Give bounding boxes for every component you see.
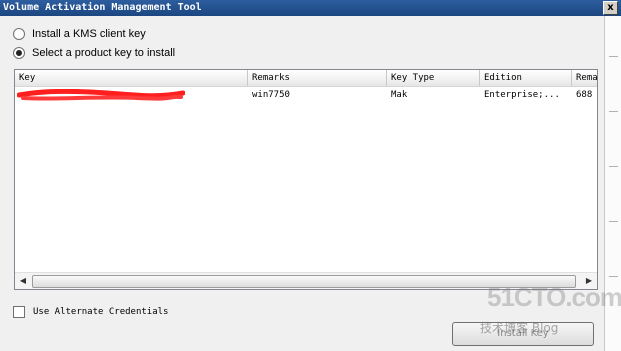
alternate-credentials-checkbox[interactable] [13,306,25,318]
scroll-left-arrow-icon[interactable]: ◀ [15,273,31,289]
cell-edition: Enterprise;... [484,90,560,100]
title-bar: Volume Activation Management Tool x [0,0,621,16]
radio-install-kms[interactable] [13,28,25,40]
redaction-scribble [17,89,185,101]
watermark-logo: 51CTO.com [487,282,621,312]
option-install-kms[interactable]: Install a KMS client key [13,26,146,42]
watermark-subtitle: 技术博客 Blog [480,321,559,335]
option-select-product-key[interactable]: Select a product key to install [13,45,175,61]
radio-select-product-key[interactable] [13,47,25,59]
column-header-key-type[interactable]: Key Type [387,70,480,86]
column-header-remaining[interactable]: Rema [572,70,597,86]
column-header-remarks[interactable]: Remarks [248,70,387,86]
cell-key [15,88,248,102]
close-button[interactable]: x [603,1,618,15]
cell-remaining: 688 [576,90,593,100]
cell-remarks: win7750 [252,90,290,100]
option-select-product-key-label: Select a product key to install [32,47,176,59]
cell-key-type: Mak [391,90,408,100]
column-header-key[interactable]: Key [15,70,248,86]
option-install-kms-label: Install a KMS client key [32,28,146,40]
list-header: Key Remarks Key Type Edition Rema [15,70,597,87]
product-key-list[interactable]: Key Remarks Key Type Edition Rema win775… [14,69,598,290]
window-title: Volume Activation Management Tool [3,2,202,13]
alternate-credentials-label: Use Alternate Credentials [33,307,169,317]
alternate-credentials-option[interactable]: Use Alternate Credentials [13,305,168,319]
column-header-edition[interactable]: Edition [480,70,572,86]
table-row[interactable]: win7750 Mak Enterprise;... 688 [15,88,597,102]
